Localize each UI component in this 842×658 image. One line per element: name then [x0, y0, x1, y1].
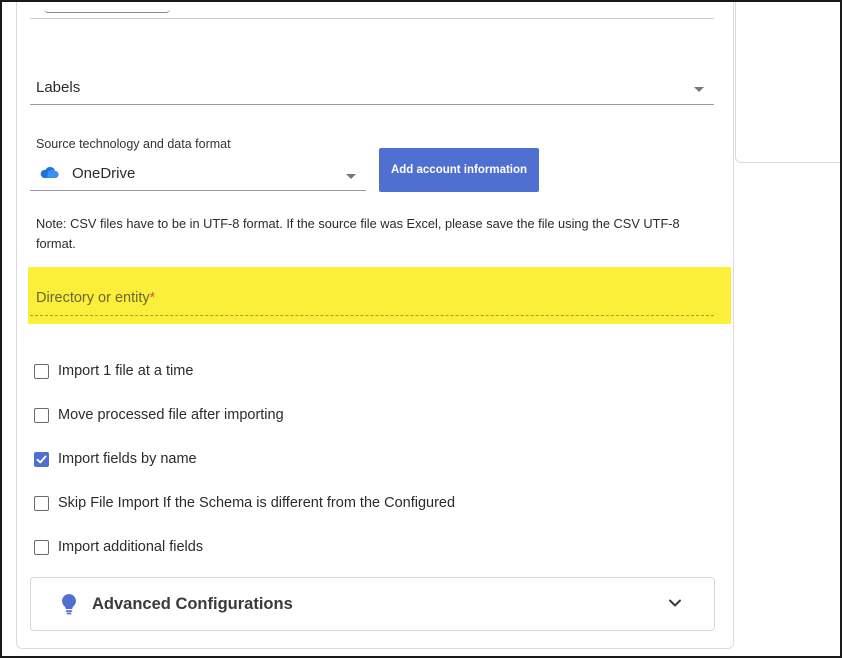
option-checkbox[interactable] — [34, 495, 49, 511]
csv-format-note: Note: CSV files have to be in UTF-8 form… — [36, 216, 680, 251]
directory-entity-input[interactable]: Directory or entity* — [30, 278, 714, 316]
option-row[interactable]: Skip File Import If the Schema is differ… — [34, 493, 455, 513]
source-technology-label: Source technology and data format — [36, 137, 231, 151]
option-checkbox[interactable] — [34, 539, 49, 555]
labels-select[interactable]: Labels — [30, 69, 714, 105]
option-row[interactable]: Move processed file after importing — [34, 405, 284, 425]
lightbulb-icon — [62, 594, 76, 615]
previous-field-bottom — [44, 8, 170, 13]
dropdown-arrow-icon — [694, 87, 704, 92]
option-checkbox[interactable] — [34, 407, 49, 423]
onedrive-cloud-icon — [40, 166, 59, 178]
option-label: Import fields by name — [58, 451, 197, 467]
source-technology-select[interactable]: OneDrive — [30, 158, 366, 191]
side-panel-card — [735, 0, 842, 163]
option-label: Import additional fields — [58, 539, 204, 555]
directory-entity-label: Directory or entity* — [36, 290, 156, 306]
option-label: Move processed file after importing — [58, 407, 284, 423]
source-technology-value: OneDrive — [72, 165, 136, 182]
labels-select-value: Labels — [36, 79, 81, 96]
dropdown-arrow-icon — [346, 174, 356, 179]
option-label: Skip File Import If the Schema is differ… — [58, 495, 456, 511]
option-checkbox[interactable] — [34, 451, 49, 467]
advanced-configurations-title: Advanced Configurations — [92, 595, 293, 613]
option-row[interactable]: Import fields by name — [34, 449, 197, 469]
option-checkbox[interactable] — [34, 363, 49, 379]
chevron-down-icon — [669, 599, 681, 607]
option-label: Import 1 file at a time — [58, 363, 194, 379]
required-asterisk: * — [149, 290, 156, 306]
checkmark-icon — [36, 455, 47, 463]
option-row[interactable]: Import additional fields — [34, 537, 203, 557]
advanced-configurations-accordion[interactable]: Advanced Configurations — [30, 577, 715, 631]
previous-field-divider — [30, 18, 714, 19]
option-row[interactable]: Import 1 file at a time — [34, 361, 193, 381]
add-account-button[interactable]: Add account information — [379, 148, 539, 192]
